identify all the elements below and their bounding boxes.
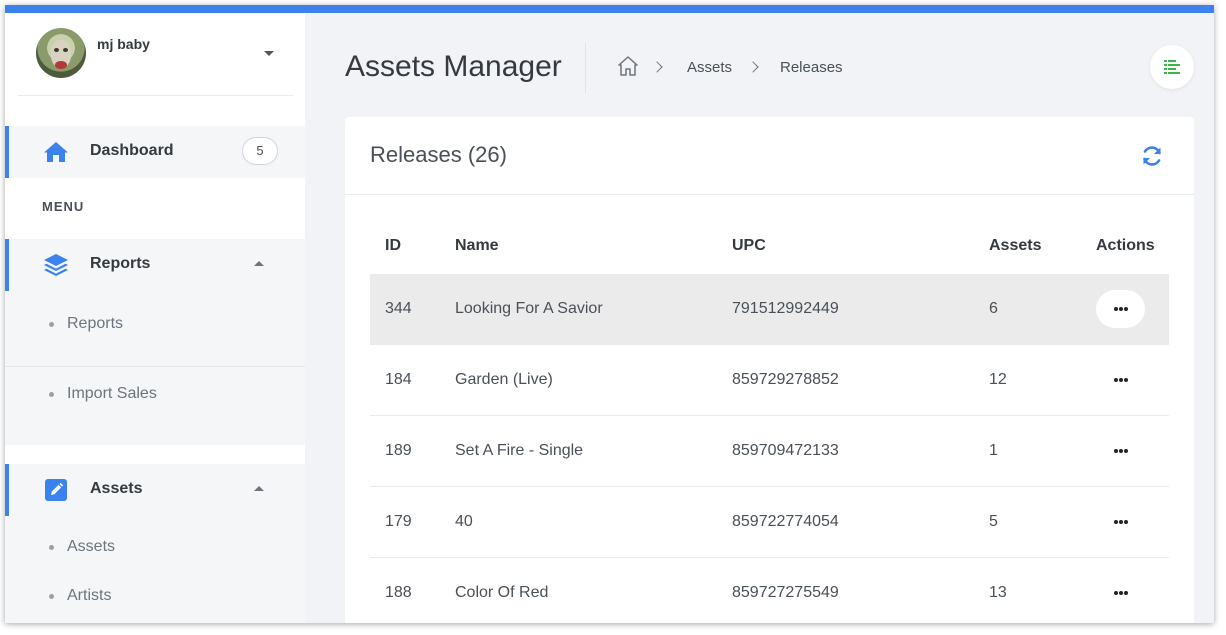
cell-name: Garden (Live) [455,371,553,388]
chevron-up-icon[interactable] [254,486,264,491]
sidebar-subitem-reports[interactable]: Reports [5,291,305,361]
cell-name: Color Of Red [455,584,549,601]
menu-heading: MENU [42,199,85,214]
user-profile[interactable]: mj baby [18,13,293,96]
releases-card: Releases (26) ID Name UPC Assets Actions… [345,117,1194,623]
chevron-down-icon[interactable] [264,51,274,56]
sidebar-item-label: Reports [90,255,151,272]
cell-name: 40 [455,513,473,530]
column-header-actions: Actions [1096,237,1155,254]
top-accent-bar [5,5,1214,13]
assets-submenu: Assets Artists [5,516,305,623]
edit-icon [45,479,67,501]
bullet-icon [49,594,54,599]
table-row[interactable]: 184 Garden (Live) 859729278852 12 [370,345,1169,416]
cell-upc: 859722774054 [732,513,839,530]
cell-name: Looking For A Savior [455,300,603,317]
cell-upc: 859709472133 [732,442,839,459]
cell-assets: 6 [989,300,998,317]
bullet-icon [49,322,54,327]
sidebar-item-assets[interactable]: Assets [5,464,305,516]
row-actions-button[interactable] [1096,574,1145,612]
chevron-right-icon [651,61,663,73]
subitem-label: Assets [67,538,116,555]
table-row[interactable]: 189 Set A Fire - Single 859709472133 1 [370,416,1169,487]
more-horizontal-icon [1114,449,1128,453]
column-header-upc[interactable]: UPC [732,237,766,255]
cell-assets: 5 [989,513,998,530]
card-title: Releases (26) [370,142,507,167]
sidebar: mj baby Dashboard 5 MENU Reports Reports [5,13,305,623]
avatar[interactable] [36,28,86,78]
table-row[interactable]: 179 40 859722774054 5 [370,487,1169,558]
notification-badge: 5 [242,137,278,165]
row-actions-button[interactable] [1096,432,1145,470]
divider [585,43,586,93]
chevron-up-icon[interactable] [254,261,264,266]
row-actions-button[interactable] [1096,290,1145,328]
page-title: Assets Manager [345,50,562,83]
column-header-name[interactable]: Name [455,237,499,255]
refresh-icon[interactable] [1140,144,1164,168]
divider [345,194,1194,195]
table-row[interactable]: 344 Looking For A Savior 791512992449 6 [370,274,1169,345]
cell-upc: 859727275549 [732,584,839,601]
table-row[interactable]: 188 Color Of Red 859727275549 13 [370,558,1169,623]
user-name: mj baby [97,36,150,52]
subitem-label: Reports [67,315,124,332]
more-horizontal-icon [1114,520,1128,524]
bullet-icon [49,392,54,397]
sidebar-subitem-import-sales[interactable]: Import Sales [5,361,305,431]
row-actions-button[interactable] [1096,503,1145,541]
cell-id: 179 [385,513,412,530]
more-horizontal-icon [1114,591,1128,595]
cell-assets: 1 [989,442,998,459]
cell-assets: 12 [989,371,1007,388]
row-actions-button[interactable] [1096,361,1145,399]
cell-upc: 859729278852 [732,371,839,388]
bullet-icon [49,545,54,550]
reports-submenu: Reports Import Sales [5,291,305,445]
column-header-id[interactable]: ID [385,237,401,255]
menu-toggle-button[interactable] [1150,45,1194,89]
more-horizontal-icon [1114,378,1128,382]
more-horizontal-icon [1114,307,1128,311]
cell-upc: 791512992449 [732,300,839,317]
cell-assets: 13 [989,584,1007,601]
app-window: mj baby Dashboard 5 MENU Reports Reports [5,5,1214,623]
home-icon [44,142,68,162]
cell-name: Set A Fire - Single [455,442,584,459]
column-header-assets[interactable]: Assets [989,237,1041,255]
sidebar-item-label: Assets [90,480,143,497]
chevron-right-icon [747,61,759,73]
subitem-label: Import Sales [67,385,157,402]
layers-icon [44,254,68,276]
cell-id: 344 [385,300,412,317]
breadcrumb-assets[interactable]: Assets [687,59,732,76]
cell-id: 184 [385,371,412,388]
subitem-label: Artists [67,587,112,604]
cell-id: 188 [385,584,412,601]
home-icon[interactable] [617,55,639,77]
breadcrumb-releases: Releases [780,59,843,76]
sidebar-item-label: Dashboard [90,142,174,159]
sidebar-subitem-artists[interactable]: Artists [5,563,305,623]
sidebar-item-reports[interactable]: Reports [5,239,305,291]
cell-id: 189 [385,442,412,459]
align-left-icon [1164,60,1180,74]
sidebar-item-dashboard[interactable]: Dashboard 5 [5,126,305,178]
